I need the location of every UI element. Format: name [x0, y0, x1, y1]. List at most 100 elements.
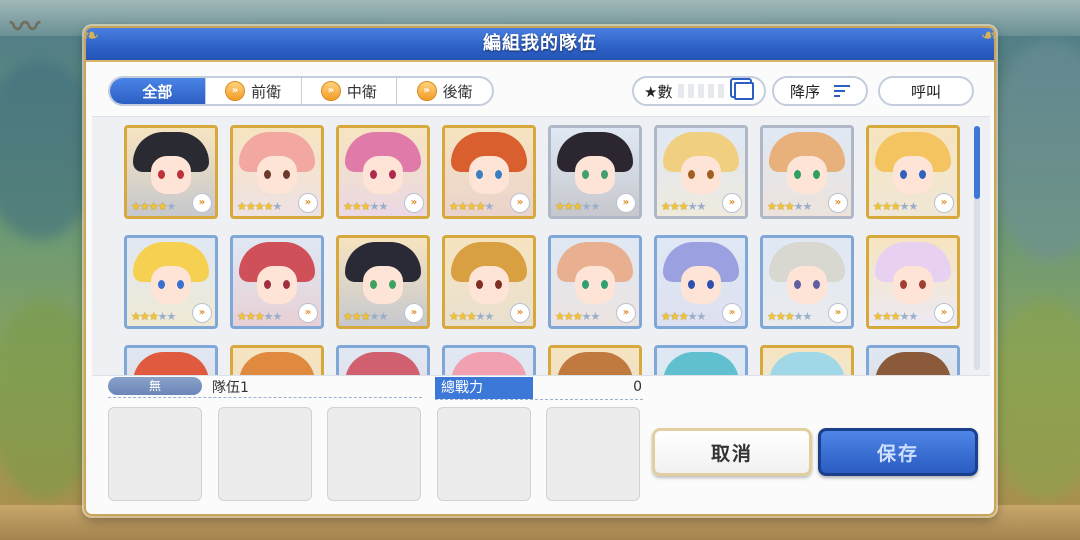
- role-arrow-icon: »: [298, 193, 318, 213]
- role-arrow-icon: »: [722, 193, 742, 213]
- sort-order-button[interactable]: 降序: [772, 76, 868, 106]
- sort-select[interactable]: ★數: [632, 76, 766, 106]
- sort-descending-icon: [834, 85, 850, 97]
- tab-midguard[interactable]: » 中衛: [302, 78, 398, 104]
- star-rating: ★★★★★: [661, 200, 706, 213]
- role-arrow-icon: »: [192, 303, 212, 323]
- character-portrait: [869, 348, 957, 375]
- character-portrait: [657, 348, 745, 375]
- character-card[interactable]: ★★★★★ »: [230, 235, 324, 329]
- divider: [435, 399, 643, 400]
- role-arrow-icon: »: [616, 303, 636, 323]
- character-card[interactable]: ★★★★★»: [230, 345, 324, 375]
- role-arrow-icon: »: [510, 303, 530, 323]
- team-slot[interactable]: [546, 407, 640, 501]
- star-rating: ★★★★★: [237, 310, 282, 323]
- tab-label: 全部: [142, 82, 173, 101]
- star-rating: ★★★★★: [767, 310, 812, 323]
- dialog-title-bar: 編組我的隊伍: [86, 28, 994, 62]
- role-arrow-icon: »: [298, 303, 318, 323]
- star-rating: ★★★★★: [343, 200, 388, 213]
- character-portrait: [551, 348, 639, 375]
- star-rating: ★★★★★: [873, 310, 918, 323]
- star-rating: ★★★★★: [767, 200, 812, 213]
- role-arrow-icon: »: [404, 303, 424, 323]
- team-slot[interactable]: [327, 407, 421, 501]
- character-portrait: [339, 348, 427, 375]
- background-scenery: [990, 300, 1080, 500]
- total-power-value: 0: [633, 379, 642, 395]
- character-card[interactable]: ★★★★★»: [336, 345, 430, 375]
- role-arrow-icon: »: [404, 193, 424, 213]
- character-card[interactable]: ★★★★★»: [654, 345, 748, 375]
- star-rating: ★★★★★: [449, 310, 494, 323]
- character-card[interactable]: ★★★★★ »: [336, 235, 430, 329]
- character-portrait: [233, 348, 321, 375]
- cancel-button[interactable]: 取消: [652, 428, 812, 476]
- star-rating: ★★★★★: [555, 310, 600, 323]
- character-card[interactable]: ★★★★★»: [866, 125, 960, 219]
- tab-vanguard[interactable]: » 前衛: [206, 78, 302, 104]
- tab-label: 前衛: [251, 82, 282, 101]
- team-slot[interactable]: [217, 407, 312, 501]
- star-rating: ★★★★★: [555, 200, 600, 213]
- call-label: 呼叫: [910, 82, 941, 101]
- character-roster[interactable]: ★★★★★ » ★★★★★ » ★★★★★ » ★★★★★ » ★★★★★ » ★★★★★ » ★★★★…: [92, 116, 990, 376]
- role-arrow-icon: »: [828, 303, 848, 323]
- star-rating: ★★★★★: [661, 310, 706, 323]
- ornament-icon: ❧: [82, 23, 100, 47]
- star-rating: ★★★★★: [343, 310, 388, 323]
- character-card[interactable]: ★★★★★ »: [654, 235, 748, 329]
- character-card[interactable]: ★★★★★ »: [336, 125, 430, 219]
- role-arrow-icon: »: [192, 193, 212, 213]
- character-card[interactable]: ★★★★★»: [548, 345, 642, 375]
- character-card[interactable]: ★★★★★»: [866, 345, 960, 375]
- character-portrait: [763, 348, 851, 375]
- character-card[interactable]: ★★★★★ »: [230, 125, 324, 219]
- star-rating: ★★★★★: [237, 200, 282, 213]
- role-arrow-icon: »: [416, 81, 437, 101]
- team-slot[interactable]: [108, 407, 202, 501]
- team-slot[interactable]: [436, 407, 531, 501]
- character-portrait: [127, 348, 215, 375]
- dialog-title: 編組我的隊伍: [483, 33, 597, 54]
- sort-order-label: 降序: [789, 82, 820, 101]
- total-power-label: 總戰力: [435, 377, 533, 399]
- character-card[interactable]: ★★★★★ »: [548, 125, 642, 219]
- character-card[interactable]: ★★★★★»: [124, 125, 218, 219]
- background-scenery: [990, 40, 1080, 260]
- character-card[interactable]: ★★★★★»: [760, 125, 854, 219]
- star-rating: ★★★★★: [449, 200, 494, 213]
- character-card[interactable]: ★★★★★»: [760, 345, 854, 375]
- character-card[interactable]: ★★★★★ »: [442, 235, 536, 329]
- character-card[interactable]: ★★★★★ »: [548, 235, 642, 329]
- background-logo: 〰: [10, 10, 40, 45]
- divider: [108, 397, 422, 398]
- team-status-badge: 無: [108, 377, 202, 395]
- sort-selected-label: ★數: [644, 82, 673, 101]
- sort-field: [678, 84, 728, 98]
- character-card[interactable]: ★★★★★»: [124, 235, 218, 329]
- role-arrow-icon: »: [722, 303, 742, 323]
- character-card[interactable]: ★★★★★ »: [760, 235, 854, 329]
- character-card[interactable]: ★★★★★»: [866, 235, 960, 329]
- tab-rearguard[interactable]: » 後衛: [397, 78, 492, 104]
- tab-all[interactable]: 全部: [110, 78, 206, 104]
- window-icon: [734, 82, 754, 100]
- role-arrow-icon: »: [616, 193, 636, 213]
- team-name[interactable]: 隊伍1: [212, 377, 249, 397]
- character-card[interactable]: ★★★★★ »: [654, 125, 748, 219]
- scrollbar-thumb[interactable]: [974, 126, 980, 199]
- character-card[interactable]: ★★★★★»: [124, 345, 218, 375]
- star-rating: ★★★★★: [873, 200, 918, 213]
- role-arrow-icon: »: [510, 193, 530, 213]
- ornament-icon: ❧: [980, 23, 998, 47]
- tab-label: 中衛: [346, 82, 377, 101]
- save-button[interactable]: 保存: [818, 428, 978, 476]
- character-card[interactable]: ★★★★★ »: [442, 125, 536, 219]
- call-button[interactable]: 呼叫: [878, 76, 974, 106]
- roster-scrollbar[interactable]: [974, 126, 980, 370]
- character-portrait: [445, 348, 533, 375]
- role-filter-tabs: 全部 » 前衛 » 中衛 » 後衛: [108, 76, 494, 106]
- character-card[interactable]: ★★★★★»: [442, 345, 536, 375]
